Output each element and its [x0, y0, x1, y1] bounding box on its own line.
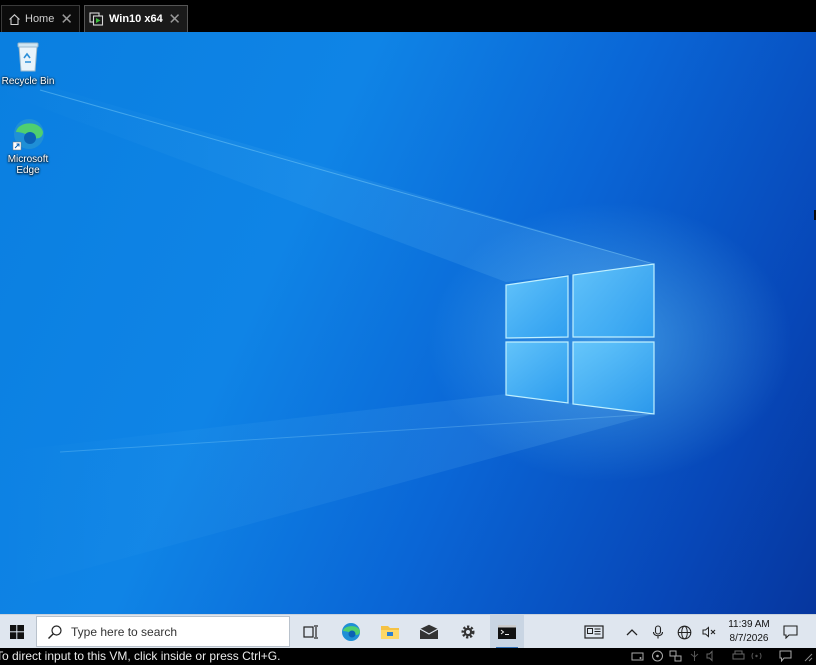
tab-vm-label: Win10 x64 [109, 13, 163, 25]
sound-card-icon[interactable] [706, 650, 719, 662]
vm-icon [89, 12, 104, 26]
taskbar-terminal-button[interactable] [490, 615, 524, 649]
taskbar-file-explorer-button[interactable] [373, 615, 407, 649]
task-view-button[interactable] [294, 615, 328, 649]
hard-disk-icon[interactable] [631, 650, 644, 662]
taskbar: Type here to search 11:39 AM 8/7/2026 [0, 614, 816, 649]
start-button[interactable] [0, 615, 34, 649]
volume-button[interactable] [699, 615, 719, 649]
clock-time: 11:39 AM [728, 619, 770, 630]
home-icon [9, 13, 20, 25]
printer-icon[interactable] [732, 650, 745, 662]
volume-muted-icon [702, 626, 715, 638]
desktop-icon-microsoft-edge[interactable]: Microsoft Edge [0, 116, 56, 176]
show-hidden-icons-button[interactable] [622, 615, 642, 649]
clock-date: 8/7/2026 [729, 633, 769, 644]
news-button[interactable] [578, 615, 610, 649]
taskbar-settings-button[interactable] [451, 615, 485, 649]
notification-icon [782, 625, 798, 639]
vm-desktop[interactable]: Recycle Bin Microsoft Edge [0, 32, 816, 614]
recycle-bin-label: Recycle Bin [1, 76, 55, 87]
usb-icon[interactable] [688, 650, 701, 662]
terminal-icon [498, 625, 516, 639]
recycle-bin-icon [10, 38, 46, 74]
taskbar-mail-button[interactable] [412, 615, 446, 649]
wireless-icon[interactable] [750, 650, 763, 662]
start-icon [10, 625, 24, 639]
vm-status-bar: To direct input to this VM, click inside… [0, 648, 816, 665]
file-explorer-icon [381, 626, 399, 639]
tab-home-close-icon[interactable]: ✕ [60, 10, 73, 28]
news-icon [584, 625, 604, 639]
status-message: To direct input to this VM, click inside… [0, 649, 281, 663]
search-icon [48, 624, 62, 639]
tab-win10-x64[interactable]: Win10 x64 ✕ [84, 5, 188, 32]
task-view-icon [303, 625, 318, 639]
edge-icon [10, 116, 46, 152]
tab-home[interactable]: Home ✕ [1, 5, 80, 32]
edge-icon [342, 623, 360, 641]
search-box[interactable]: Type here to search [36, 616, 290, 647]
taskbar-edge-button[interactable] [334, 615, 368, 649]
message-icon[interactable] [779, 650, 792, 662]
desktop-icon-recycle-bin[interactable]: Recycle Bin [0, 38, 56, 87]
tab-vm-close-icon[interactable]: ✕ [168, 10, 181, 28]
chevron-up-icon [626, 629, 638, 636]
settings-icon [461, 625, 475, 639]
network-adapter-icon[interactable] [669, 650, 682, 662]
windows-logo [505, 263, 655, 415]
notifications-button[interactable] [776, 615, 804, 649]
search-placeholder: Type here to search [71, 624, 178, 639]
network-button[interactable] [673, 615, 695, 649]
wallpaper-graphic [0, 72, 655, 592]
microphone-icon [652, 625, 664, 639]
mail-icon [419, 624, 439, 639]
vm-tab-bar: Home ✕ Win10 x64 ✕ [0, 0, 816, 32]
edge-label: Microsoft Edge [7, 154, 49, 176]
cd-rom-icon[interactable] [651, 650, 664, 662]
resize-grip-icon[interactable] [800, 650, 813, 662]
network-icon [677, 625, 691, 639]
system-clock[interactable]: 11:39 AM 8/7/2026 [724, 618, 774, 646]
tab-home-label: Home [25, 13, 55, 25]
microphone-button[interactable] [648, 615, 668, 649]
